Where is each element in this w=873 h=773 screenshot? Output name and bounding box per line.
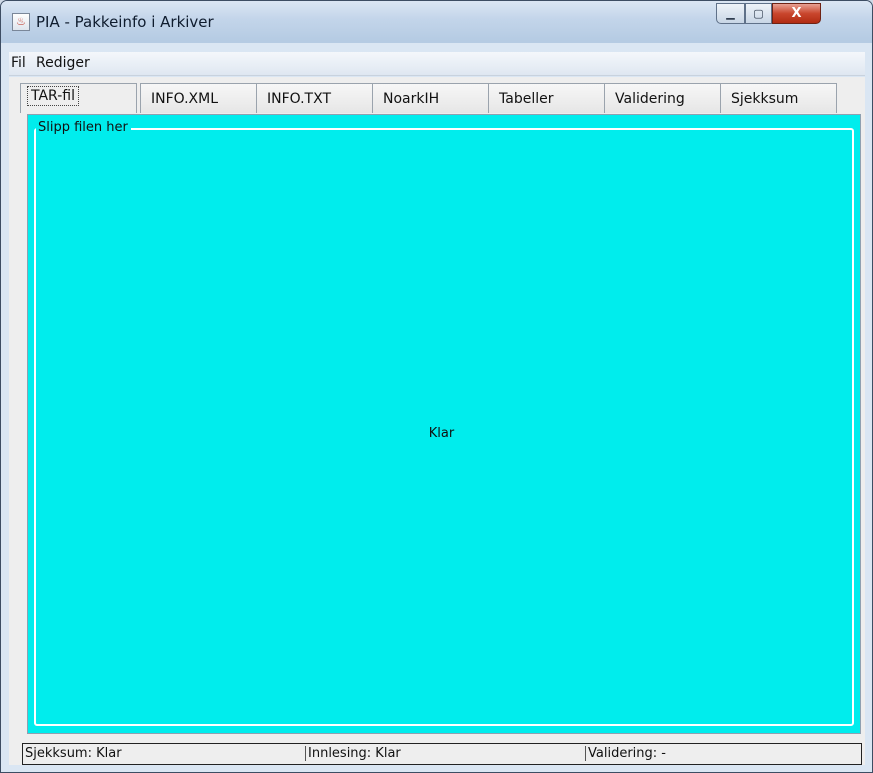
title-bar[interactable]: ♨ PIA - Pakkeinfo i Arkiver ▁ ▢ X [1, 1, 872, 43]
tab-sjekksum[interactable]: Sjekksum [720, 83, 837, 113]
tab-label: Validering [615, 91, 685, 107]
window-title: PIA - Pakkeinfo i Arkiver [36, 13, 214, 31]
close-icon: X [791, 6, 802, 21]
tab-label: INFO.TXT [267, 91, 332, 107]
tab-label: INFO.XML [151, 91, 219, 107]
minimize-button[interactable]: ▁ [716, 3, 745, 24]
menu-fil[interactable]: Fil [11, 55, 26, 71]
drop-zone-status: Klar [428, 426, 455, 441]
java-cup-icon[interactable]: ♨ [12, 13, 30, 31]
tab-label: Tabeller [499, 91, 554, 107]
tab-info-xml[interactable]: INFO.XML [140, 83, 257, 113]
tab-label: Sjekksum [731, 91, 799, 107]
menu-bar: Fil Rediger [9, 52, 865, 76]
status-checksum: Sjekksum: Klar [25, 746, 122, 761]
tab-info-txt[interactable]: INFO.TXT [256, 83, 373, 113]
status-validation: Validering: - [585, 746, 666, 761]
maximize-button[interactable]: ▢ [745, 3, 772, 24]
minimize-icon: ▁ [726, 7, 735, 20]
close-button[interactable]: X [772, 3, 821, 24]
tab-label: NoarkIH [383, 91, 440, 107]
tab-tabeller[interactable]: Tabeller [488, 83, 605, 113]
tab-label: TAR-fil [27, 86, 79, 106]
status-loading: Innlesing: Klar [305, 746, 401, 761]
tab-validering[interactable]: Validering [604, 83, 721, 113]
status-bar: Sjekksum: Klar Innlesing: Klar Validerin… [22, 743, 862, 765]
menu-rediger[interactable]: Rediger [36, 55, 90, 71]
tab-noarkih[interactable]: NoarkIH [372, 83, 489, 113]
maximize-icon: ▢ [753, 7, 764, 20]
tab-tar-fil[interactable]: TAR-fil [20, 83, 137, 113]
drop-zone-legend: Slipp filen her [36, 120, 131, 135]
